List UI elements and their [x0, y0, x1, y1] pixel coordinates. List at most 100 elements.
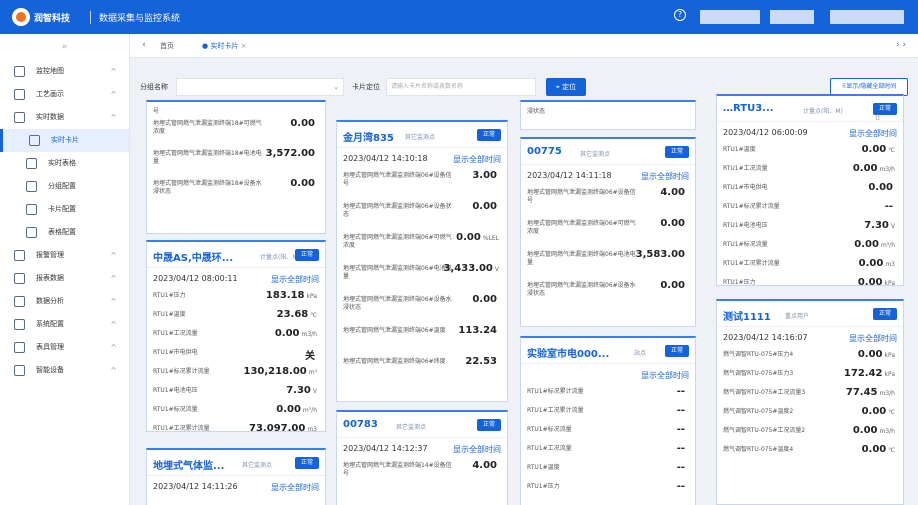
locate-button[interactable]: ⌖ 定位 [546, 78, 586, 96]
card-title[interactable]: 地埋式气体监... [153, 457, 224, 472]
device-icon [14, 365, 25, 376]
metric-value: -- [677, 405, 687, 416]
card-title[interactable]: 实验室市电000... [527, 345, 609, 360]
metric-label: RTU1#温度 [153, 311, 186, 318]
show-all-time-link[interactable]: 显示全部时间 [453, 154, 501, 165]
status-badge[interactable]: 正常 [295, 249, 319, 261]
chevron-up-icon[interactable]: ^ [110, 359, 117, 382]
sidebar-collapse-button[interactable]: » [0, 34, 129, 60]
toggle-time-button-label: 显示/隐藏全部时间 [846, 83, 897, 90]
tab-close-icon[interactable]: × [241, 42, 247, 50]
card-time: 2023/04/12 14:11:18 [527, 171, 612, 180]
show-all-time-link[interactable]: 显示全部时间 [453, 444, 501, 455]
sidebar-item-10[interactable]: 数据分析 ^ [0, 290, 129, 313]
sidebar-item-9[interactable]: 报表数据 ^ [0, 267, 129, 290]
metric-value: 0.00 [472, 294, 499, 305]
sidebar-item-7[interactable]: 表格配置 [0, 221, 129, 244]
chevron-up-icon[interactable]: ^ [110, 267, 117, 290]
help-icon[interactable]: ? [674, 9, 686, 21]
metric-value: 4.00 [660, 187, 687, 198]
card-search-input[interactable]: 请输入卡片名称或表数名称 [386, 78, 536, 96]
card-title[interactable]: …RTU3... [723, 103, 774, 114]
show-all-time-link[interactable]: 显示全部时间 [641, 171, 689, 182]
metric-value: 0.00 m3/h [853, 163, 895, 174]
status-badge[interactable]: 正常 [477, 419, 501, 431]
sidebar-item-4[interactable]: 实时表格 [0, 152, 129, 175]
monitor-card: …RTU3... 计量点(阳、M) 正常 2023/04/12 06:00:09 显示全… [716, 94, 904, 286]
metric-number: -- [884, 201, 893, 212]
group-select[interactable]: ⌄ [176, 78, 344, 96]
chevron-up-icon[interactable]: ^ [110, 313, 117, 336]
sidebar-item-0[interactable]: 监控地图 ^ [0, 60, 129, 83]
metric-label: 燃气调智RTU-075#压力4 [723, 351, 794, 358]
status-badge[interactable]: 正常 [295, 457, 319, 469]
chevron-up-icon[interactable]: ^ [110, 106, 117, 129]
sidebar-item-3[interactable]: 实时卡片 [0, 129, 129, 152]
sidebar-item-11[interactable]: 系统配置 ^ [0, 313, 129, 336]
drag-handle-icon[interactable]: ⁞⁞ [875, 113, 880, 122]
show-all-time-link[interactable]: 显示全部时间 [849, 128, 897, 139]
show-all-time-link[interactable]: 显示全部时间 [271, 482, 319, 493]
metric-value: 7.30 V [286, 385, 317, 396]
metric-label: 地埋式管网燃气泄漏监测终端06#可燃气浓度 [527, 220, 636, 235]
monitor-card: 浸状态 [520, 100, 696, 130]
chevron-up-icon[interactable]: ^ [110, 290, 117, 313]
blurred-region [700, 10, 760, 24]
metric-label: RTU1#标况累计流量 [723, 203, 780, 210]
metric-number: 183.18 [265, 290, 305, 301]
metric-unit: ℃ [310, 312, 317, 319]
brand-logo-icon [12, 8, 30, 26]
metric-number: -- [676, 481, 685, 492]
metric-label: 地埋式管网燃气泄漏监测终端18#设备水浸状态 [153, 180, 262, 195]
sidebar-item-2[interactable]: 实时数据 ^ [0, 106, 129, 129]
metric-value: 0.00 [290, 178, 317, 189]
sidebar-item-12[interactable]: 表具管理 ^ [0, 336, 129, 359]
metric-unit: m3 [307, 426, 317, 432]
card-title[interactable]: 金月湾835 [343, 129, 394, 144]
metric-unit: %LEL [482, 235, 499, 242]
metric-value: 22.53 [465, 356, 499, 367]
tab-prev-button[interactable]: ‹ [138, 40, 150, 52]
status-badge[interactable]: 正常 [665, 146, 689, 158]
card-title[interactable]: 测试1111 [723, 308, 771, 323]
show-all-time-link[interactable]: 显示全部时间 [641, 370, 689, 381]
card-title[interactable]: 00775 [527, 146, 562, 157]
sidebar-item-6[interactable]: 卡片配置 [0, 198, 129, 221]
sidebar-item-8[interactable]: 报警管理 ^ [0, 244, 129, 267]
user-menu[interactable] [830, 10, 904, 24]
tab-home[interactable]: 首页 [154, 40, 180, 53]
sidebar-item-1[interactable]: 工艺画示 ^ [0, 83, 129, 106]
status-badge[interactable]: 正常 [665, 345, 689, 357]
system-name: 数据采集与监控系统 [90, 11, 180, 24]
metric-number: 22.53 [465, 356, 497, 367]
metric-number: 0.00 [456, 232, 481, 243]
card-header: 实验室市电000... 站点 正常 [521, 338, 695, 364]
tab-realtime-card[interactable]: ● 实时卡片 × [196, 40, 252, 53]
sidebar-item-label: 数据分析 [36, 297, 64, 305]
status-badge[interactable]: 正常 [477, 129, 501, 141]
metric-number: 0.00 [854, 239, 879, 250]
show-all-time-link[interactable]: 显示全部时间 [271, 274, 319, 285]
card-title[interactable]: 00783 [343, 419, 378, 430]
metric-unit: m3/h [301, 331, 318, 338]
sidebar-item-5[interactable]: 分组配置 [0, 175, 129, 198]
show-all-time-link[interactable]: 显示全部时间 [849, 333, 897, 344]
card-title[interactable]: 中晟AS,中晟环... [153, 249, 233, 264]
chevron-up-icon[interactable]: ^ [110, 244, 117, 267]
sidebar-item-13[interactable]: 智能设备 ^ [0, 359, 129, 382]
tab-next-button[interactable]: › › [890, 40, 912, 52]
metric-label: RTU1#电池电压 [153, 387, 198, 394]
status-badge[interactable]: 正常 [873, 308, 897, 320]
metric-number: 130,218.00 [243, 366, 307, 377]
metric-value: -- [677, 386, 687, 397]
metric-label: RTU1#标况流量 [527, 426, 572, 433]
chevron-up-icon[interactable]: ^ [110, 83, 117, 106]
metric-number: 4.00 [472, 460, 497, 471]
chevron-up-icon[interactable]: ^ [110, 60, 117, 83]
monitor-card: 测试1111 重点用户 正常 2023/04/12 14:16:07 显示全部时间 燃气调… [716, 299, 904, 505]
metric-number: 3,583.00 [635, 249, 685, 260]
chevron-up-icon[interactable]: ^ [110, 336, 117, 359]
metric-value: 0.00 kPa [858, 349, 895, 360]
metric-number: 0.00 [861, 406, 887, 417]
tab-realtime-card-label: 实时卡片 [210, 42, 239, 50]
